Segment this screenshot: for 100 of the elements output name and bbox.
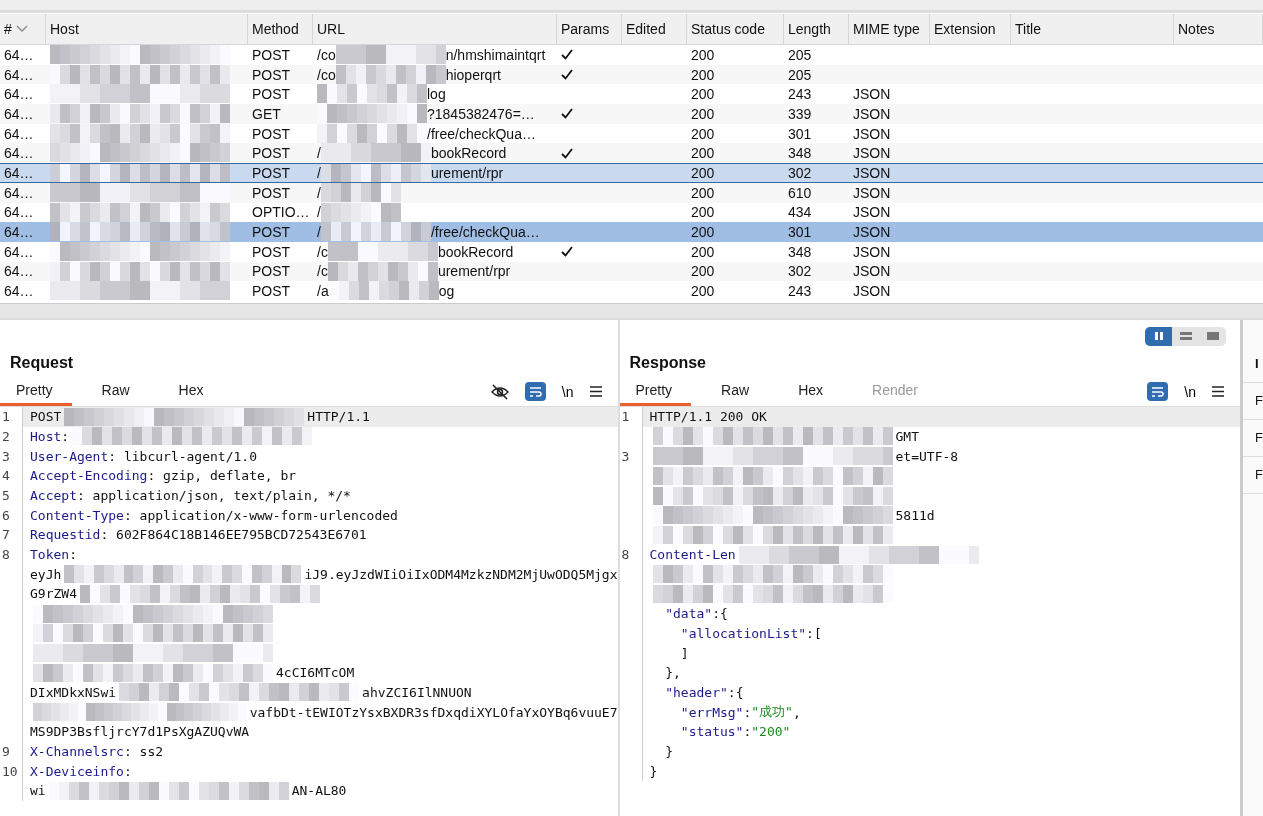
table-cell-text: 200 bbox=[690, 164, 716, 182]
code-key: Host bbox=[30, 428, 62, 444]
column-header[interactable]: Extension bbox=[930, 14, 1011, 44]
table-cell: JSON bbox=[853, 263, 891, 280]
table-cell: JSON bbox=[853, 243, 891, 260]
table-cell-text: POST bbox=[251, 183, 292, 203]
table-cell: JSON bbox=[853, 105, 891, 122]
code-key: Accept bbox=[30, 488, 77, 504]
line-number: 9 bbox=[2, 743, 10, 759]
line-number: 6 bbox=[2, 507, 10, 523]
code-text: GMT bbox=[895, 428, 919, 444]
table-row[interactable]: 64… POST / bookRecord 200 348 JSON bbox=[0, 143, 1263, 164]
scrollbar[interactable] bbox=[0, 302, 1263, 318]
code-text: : bbox=[743, 704, 752, 720]
table-cell: bookRecord bbox=[437, 243, 514, 260]
code-key: Content-Type bbox=[30, 507, 124, 523]
code-text: ahvZCI6IlNNUON bbox=[362, 684, 472, 700]
column-header[interactable]: URL bbox=[313, 14, 557, 44]
code-text: iJ9.eyJzdWIiOiIxODM4MzkzNDM2MjUwODQ5Mjgx bbox=[304, 566, 618, 582]
code-key: "data" bbox=[649, 606, 713, 622]
column-header[interactable]: Status code bbox=[687, 14, 784, 44]
menu-icon[interactable] bbox=[1212, 386, 1225, 398]
table-row[interactable]: 64… POST / /free/checkQua… 200 301 JSON bbox=[0, 222, 1263, 242]
table-cell-text: 64… bbox=[3, 183, 35, 203]
table-cell: bookRecord bbox=[430, 145, 507, 162]
split-columns-icon[interactable] bbox=[1145, 326, 1173, 346]
table-cell-text: 64… bbox=[3, 223, 35, 242]
column-header[interactable]: MIME type bbox=[849, 14, 930, 44]
table-cell-text: 64… bbox=[3, 262, 35, 282]
code-text: 5811d bbox=[895, 507, 935, 523]
table-cell: /a bbox=[317, 283, 329, 300]
code-text: POST bbox=[30, 409, 62, 425]
column-header[interactable]: Method bbox=[248, 14, 313, 44]
code-key: User-Agent bbox=[30, 448, 109, 464]
panel-title: Request bbox=[9, 352, 75, 373]
table-cell: /c bbox=[317, 263, 328, 280]
table-row[interactable]: 64… POST / 200 610 JSON bbox=[0, 182, 1263, 203]
table-cell-text: 200 bbox=[690, 85, 716, 105]
code-text: MS9DP3BsfljrcY7d1PsXgAZUQvWA bbox=[30, 724, 250, 740]
code-text: : ss2 bbox=[123, 743, 164, 759]
inspector-label[interactable]: I bbox=[1243, 345, 1263, 383]
code-text: ] bbox=[679, 645, 689, 661]
table-cell-text: 302 bbox=[787, 262, 813, 282]
eye-slash-icon[interactable] bbox=[490, 383, 509, 400]
tab[interactable]: Raw bbox=[705, 377, 769, 406]
table-row[interactable]: 64… GET ?1845382476=… 200 339 JSON bbox=[0, 104, 1263, 124]
tab[interactable]: Raw bbox=[85, 377, 149, 406]
inspector-label[interactable]: F bbox=[1243, 382, 1263, 420]
table-cell: og bbox=[438, 283, 455, 300]
column-header[interactable]: Notes bbox=[1174, 14, 1263, 44]
table-cell: / bbox=[317, 224, 321, 241]
table-cell-text: 200 bbox=[690, 183, 716, 203]
table-cell-text: 610 bbox=[787, 183, 813, 203]
newline-toggle[interactable]: \n bbox=[561, 383, 574, 400]
table-cell-text: 200 bbox=[690, 242, 716, 262]
table-cell-text: 64… bbox=[3, 65, 35, 85]
table-cell-text: POST bbox=[251, 282, 292, 301]
column-header[interactable]: Title bbox=[1011, 14, 1174, 44]
tab[interactable]: Hex bbox=[162, 377, 223, 406]
code-text: HTTP/1.1 200 OK bbox=[649, 409, 767, 425]
table-cell: / bbox=[317, 164, 321, 181]
table-cell-text: 200 bbox=[690, 223, 716, 242]
table-row[interactable]: 64… POST / urement/rpr 200 302 JSON bbox=[0, 163, 1263, 183]
table-cell: / bbox=[317, 204, 321, 221]
newline-toggle[interactable]: \n bbox=[1184, 383, 1197, 400]
table-cell-text: 205 bbox=[787, 65, 813, 85]
table-cell-text: 301 bbox=[787, 223, 813, 242]
table-cell-text: 64… bbox=[3, 164, 35, 182]
line-number: 4 bbox=[2, 468, 10, 484]
table-cell: JSON bbox=[853, 184, 891, 201]
table-cell-text: POST bbox=[251, 124, 292, 144]
table-row[interactable]: 64… POST /co hioperqrt 200 205 bbox=[0, 64, 1263, 85]
layout-toggle[interactable] bbox=[1145, 326, 1227, 346]
column-header[interactable]: Length bbox=[784, 14, 849, 44]
column-header[interactable]: Params bbox=[557, 14, 622, 44]
table-cell: /co bbox=[317, 66, 336, 83]
column-header[interactable]: Host bbox=[46, 14, 248, 44]
tab[interactable]: Hex bbox=[782, 377, 843, 406]
inspector-label[interactable]: F bbox=[1243, 456, 1263, 494]
word-wrap-icon[interactable] bbox=[524, 382, 546, 402]
table-cell-text: 64… bbox=[3, 144, 35, 164]
table-cell: JSON bbox=[853, 204, 891, 221]
code-key: "allocationList" bbox=[649, 625, 807, 641]
table-cell-text: 64… bbox=[3, 282, 35, 301]
column-header[interactable]: Edited bbox=[622, 14, 687, 44]
inspector-label[interactable]: F bbox=[1243, 419, 1263, 457]
table-cell-text: OPTIO… bbox=[251, 203, 311, 223]
table-cell-text: POST bbox=[251, 164, 292, 182]
code-text: AN-AL80 bbox=[291, 783, 347, 799]
code-text: : application/x-www-form-urlencoded bbox=[123, 507, 398, 523]
line-number: 1 bbox=[621, 409, 630, 425]
table-cell-text: 64… bbox=[3, 45, 35, 65]
table-row[interactable]: 64… POST /c urement/rpr 200 302 JSON bbox=[0, 261, 1263, 282]
code-text: : bbox=[743, 724, 752, 740]
menu-icon[interactable] bbox=[589, 386, 602, 398]
column-header[interactable]: # bbox=[0, 14, 46, 44]
table-cell: log bbox=[427, 86, 446, 103]
line-number: 1 bbox=[2, 409, 10, 425]
word-wrap-icon[interactable] bbox=[1147, 382, 1169, 402]
table-cell: urement/rpr bbox=[437, 263, 511, 280]
